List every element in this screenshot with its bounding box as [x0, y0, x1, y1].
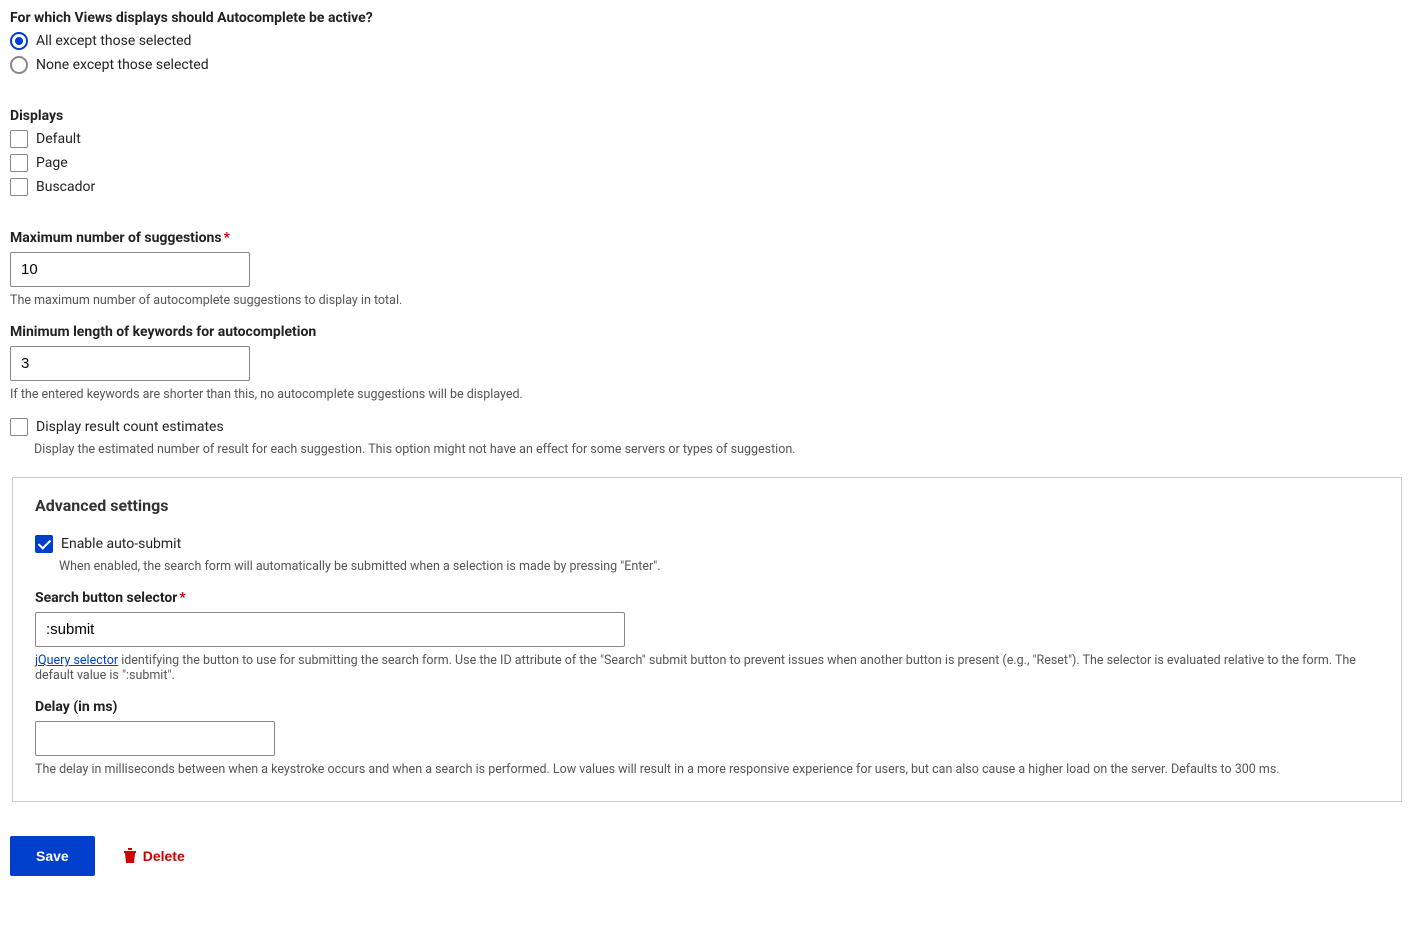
jquery-selector-link[interactable]: jQuery selector [35, 653, 118, 668]
checkbox-page[interactable] [10, 154, 28, 172]
checkbox-result-count[interactable] [10, 418, 28, 436]
displays-heading: Displays [10, 108, 1404, 124]
radio-option-none-except: None except those selected [10, 56, 1404, 74]
required-marker: * [179, 590, 185, 606]
delay-section: Delay (in ms) The delay in milliseconds … [35, 699, 1379, 777]
delay-input[interactable] [35, 721, 275, 756]
checkbox-option-buscador: Buscador [10, 178, 1404, 196]
radio-option-all-except: All except those selected [10, 32, 1404, 50]
checkbox-option-result-count: Display result count estimates [10, 418, 1404, 436]
min-length-label: Minimum length of keywords for autocompl… [10, 324, 1404, 340]
auto-submit-section: Enable auto-submit When enabled, the sea… [35, 535, 1379, 574]
save-button[interactable]: Save [10, 836, 95, 876]
checkbox-result-count-label[interactable]: Display result count estimates [36, 419, 224, 435]
advanced-settings-fieldset: Advanced settings Enable auto-submit Whe… [12, 477, 1402, 802]
checkbox-default-label[interactable]: Default [36, 131, 81, 147]
trash-icon [123, 848, 137, 864]
search-button-selector-input[interactable] [35, 612, 625, 647]
min-length-description: If the entered keywords are shorter than… [10, 387, 1404, 402]
checkbox-option-page: Page [10, 154, 1404, 172]
radio-all-except-label[interactable]: All except those selected [36, 33, 191, 49]
search-button-selector-section: Search button selector* jQuery selector … [35, 590, 1379, 683]
delay-label: Delay (in ms) [35, 699, 1379, 715]
checkbox-default[interactable] [10, 130, 28, 148]
result-count-section: Display result count estimates Display t… [10, 418, 1404, 457]
views-active-heading: For which Views displays should Autocomp… [10, 10, 1404, 26]
checkbox-buscador[interactable] [10, 178, 28, 196]
delay-description: The delay in milliseconds between when a… [35, 762, 1379, 777]
displays-section: Displays Default Page Buscador [10, 108, 1404, 196]
min-length-input[interactable] [10, 346, 250, 381]
form-actions: Save Delete [10, 836, 1404, 876]
min-length-section: Minimum length of keywords for autocompl… [10, 324, 1404, 402]
max-suggestions-description: The maximum number of autocomplete sugge… [10, 293, 1404, 308]
checkbox-buscador-label[interactable]: Buscador [36, 179, 95, 195]
delete-button[interactable]: Delete [117, 847, 191, 865]
radio-none-except-label[interactable]: None except those selected [36, 57, 209, 73]
radio-none-except[interactable] [10, 56, 28, 74]
max-suggestions-label: Maximum number of suggestions* [10, 230, 1404, 246]
checkbox-option-auto-submit: Enable auto-submit [35, 535, 1379, 553]
max-suggestions-section: Maximum number of suggestions* The maxim… [10, 230, 1404, 308]
checkbox-auto-submit[interactable] [35, 535, 53, 553]
max-suggestions-input[interactable] [10, 252, 250, 287]
search-button-selector-description-rest: identifying the button to use for submit… [35, 653, 1356, 683]
checkbox-option-default: Default [10, 130, 1404, 148]
views-active-section: For which Views displays should Autocomp… [10, 10, 1404, 74]
radio-all-except[interactable] [10, 32, 28, 50]
delete-button-label: Delete [143, 848, 185, 864]
result-count-description: Display the estimated number of result f… [34, 442, 1404, 457]
auto-submit-description: When enabled, the search form will autom… [59, 559, 1379, 574]
required-marker: * [224, 230, 230, 246]
checkbox-page-label[interactable]: Page [36, 155, 68, 171]
search-button-selector-description: jQuery selector identifying the button t… [35, 653, 1379, 683]
checkbox-auto-submit-label[interactable]: Enable auto-submit [61, 536, 181, 552]
search-button-selector-label: Search button selector* [35, 590, 1379, 606]
advanced-heading: Advanced settings [35, 496, 1379, 515]
